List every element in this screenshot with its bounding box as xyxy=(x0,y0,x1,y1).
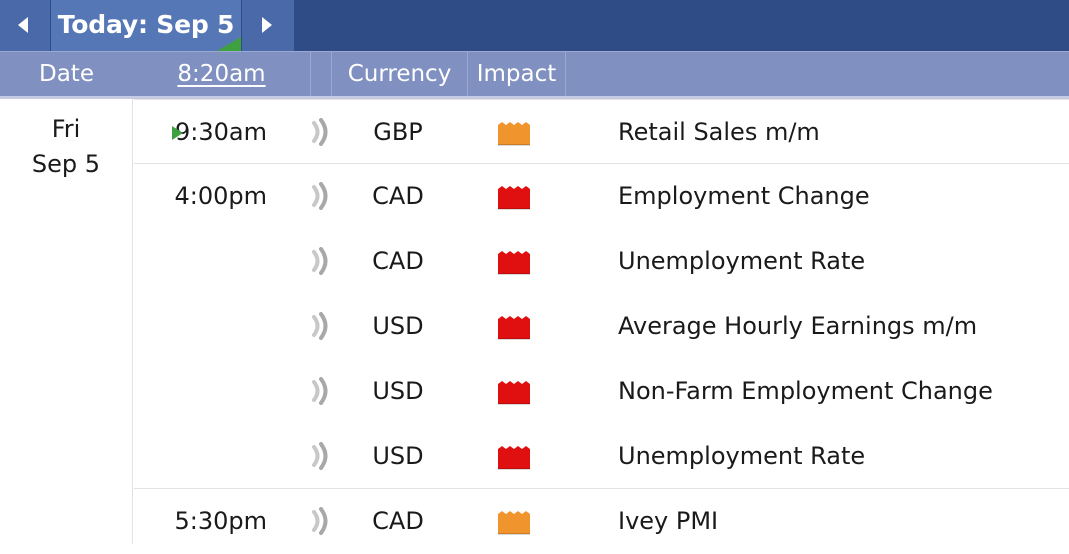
event-currency: GBP xyxy=(373,118,423,146)
event-time: 9:30am xyxy=(175,118,267,146)
event-time xyxy=(134,294,267,359)
event-currency: USD xyxy=(372,442,424,470)
event-time xyxy=(134,359,267,424)
event-time: 4:00pm xyxy=(174,182,267,210)
event-row[interactable]: 5:30pm CAD Ivey PMI xyxy=(134,488,1069,554)
date-column-header: Date xyxy=(39,61,94,87)
medium-impact-icon xyxy=(498,511,530,535)
event-currency: USD xyxy=(372,312,424,340)
event-title[interactable]: Retail Sales m/m xyxy=(618,100,1058,165)
next-event-marker-icon xyxy=(172,126,183,140)
column-header-row: Date 8:20am Currency Impact xyxy=(0,51,1069,96)
event-title[interactable]: Unemployment Rate xyxy=(618,229,1058,294)
current-day-indicator-icon xyxy=(217,37,241,51)
event-row[interactable]: USD Non-Farm Employment Change xyxy=(134,359,1069,424)
current-time-link[interactable]: 8:20am xyxy=(133,52,311,96)
event-currency: CAD xyxy=(372,247,424,275)
event-currency: USD xyxy=(372,377,424,405)
event-currency: CAD xyxy=(372,507,424,535)
event-title[interactable]: Unemployment Rate xyxy=(618,424,1058,489)
event-row[interactable]: 4:00pm CAD Employment Change xyxy=(134,163,1069,229)
event-row[interactable]: CAD Unemployment Rate xyxy=(134,229,1069,294)
medium-impact-icon xyxy=(498,122,530,146)
event-title[interactable]: Employment Change xyxy=(618,164,1058,229)
previous-day-button[interactable] xyxy=(0,0,50,51)
currency-column-header: Currency xyxy=(332,52,468,96)
event-time xyxy=(134,229,267,294)
high-impact-icon xyxy=(498,186,530,210)
caret-left-icon xyxy=(18,17,28,33)
event-row[interactable]: 9:30am GBP Retail Sales m/m xyxy=(134,99,1069,165)
sound-column-header xyxy=(311,52,332,96)
date-navigation-bar: Today: Sep 5 xyxy=(0,0,1069,51)
caret-right-icon xyxy=(262,17,272,33)
high-impact-icon xyxy=(498,381,530,405)
event-row[interactable]: USD Average Hourly Earnings m/m xyxy=(134,294,1069,359)
high-impact-icon xyxy=(498,446,530,470)
day-weekday: Fri xyxy=(51,115,81,143)
high-impact-icon xyxy=(498,251,530,275)
high-impact-icon xyxy=(498,316,530,340)
event-title[interactable]: Ivey PMI xyxy=(618,489,1058,554)
event-title[interactable]: Average Hourly Earnings m/m xyxy=(618,294,1058,359)
event-currency: CAD xyxy=(372,182,424,210)
event-time xyxy=(134,424,267,489)
event-title[interactable]: Non-Farm Employment Change xyxy=(618,359,1058,424)
event-row[interactable]: USD Unemployment Rate xyxy=(134,424,1069,489)
day-date: Sep 5 xyxy=(31,150,101,178)
today-label: Today: Sep 5 xyxy=(57,10,235,39)
event-time: 5:30pm xyxy=(174,507,267,535)
next-day-button[interactable] xyxy=(242,0,294,51)
today-button[interactable]: Today: Sep 5 xyxy=(51,0,241,51)
impact-column-header: Impact xyxy=(468,52,566,96)
